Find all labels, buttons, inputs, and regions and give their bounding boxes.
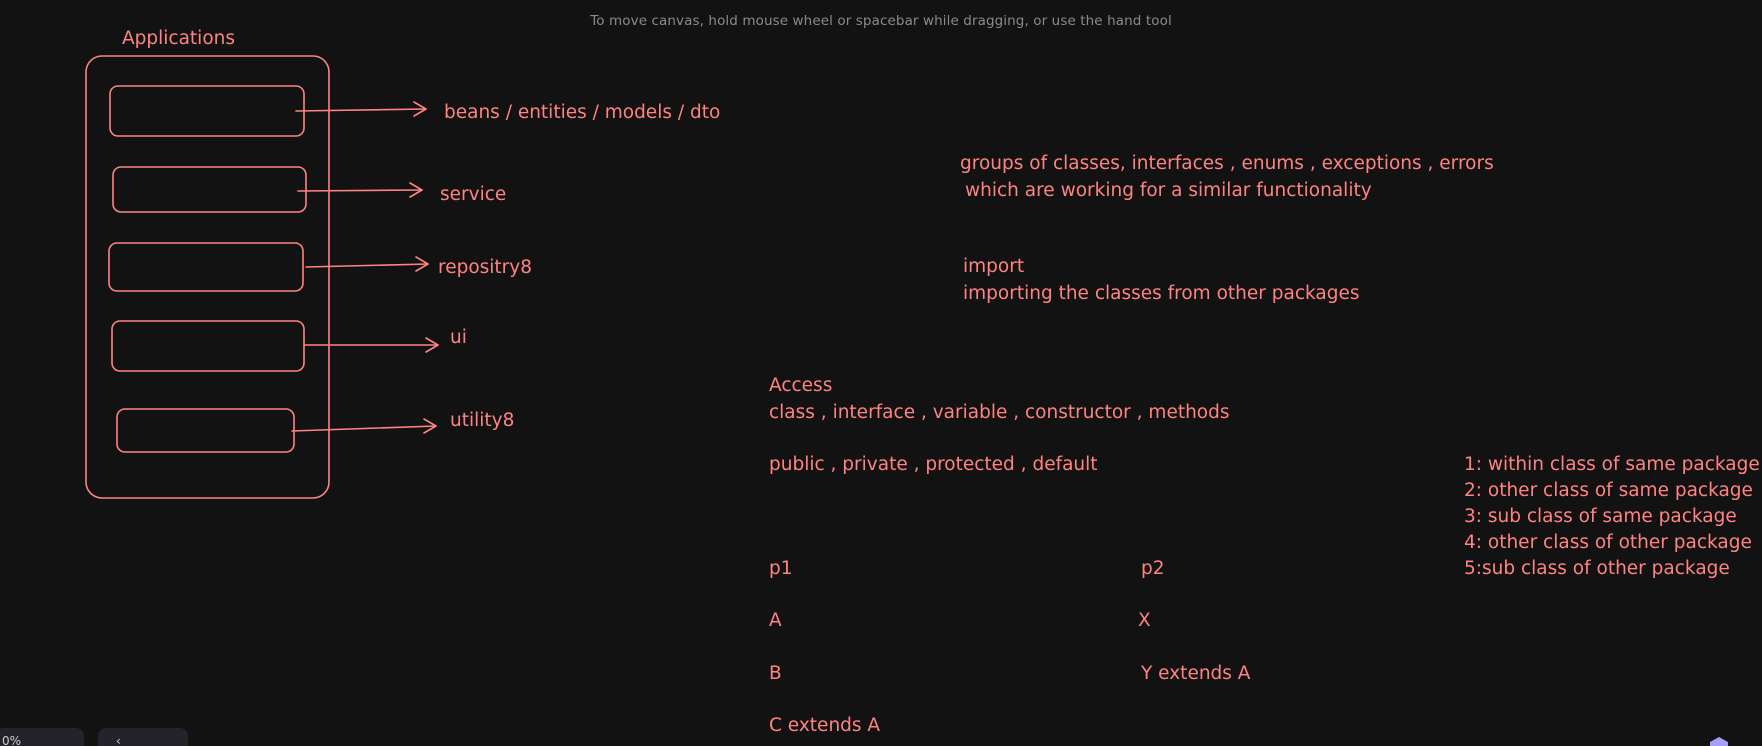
note-access-title[interactable]: Access	[769, 376, 832, 396]
layer-box-beans	[109, 85, 305, 137]
zoom-level: 0%	[2, 734, 22, 746]
layer-box-ui	[111, 320, 305, 372]
note-packages-line1[interactable]: groups of classes, interfaces , enums , …	[960, 154, 1494, 174]
layer-box-repositry	[108, 242, 304, 292]
whiteboard-canvas[interactable]: To move canvas, hold mouse wheel or spac…	[0, 0, 1762, 746]
note-import-desc[interactable]: importing the classes from other package…	[963, 284, 1359, 304]
note-class-a[interactable]: A	[769, 611, 782, 631]
undo-redo-control[interactable]: ‹	[98, 728, 188, 746]
layer-label-service[interactable]: service	[440, 185, 506, 205]
layer-box-service	[112, 166, 307, 213]
layer-label-utility[interactable]: utility8	[450, 411, 514, 431]
note-access-items[interactable]: class , interface , variable , construct…	[769, 403, 1230, 423]
note-modifiers[interactable]: public , private , protected , default	[769, 455, 1098, 475]
scope-item-1[interactable]: 1: within class of same package	[1464, 455, 1760, 475]
layer-label-repositry[interactable]: repositry8	[438, 258, 532, 278]
scope-item-4[interactable]: 4: other class of other package	[1464, 533, 1752, 553]
note-p2[interactable]: p2	[1141, 559, 1165, 579]
layers-diagram[interactable]	[0, 0, 1762, 746]
arrow-beans	[295, 101, 427, 117]
layer-label-ui[interactable]: ui	[450, 328, 467, 348]
note-import-title[interactable]: import	[963, 257, 1024, 277]
help-icon[interactable]	[1708, 736, 1730, 746]
note-c-extends[interactable]: C extends A	[769, 716, 880, 736]
scope-item-5[interactable]: 5:sub class of other package	[1464, 559, 1730, 579]
arrow-repositry	[305, 256, 429, 272]
note-class-b[interactable]: B	[769, 664, 782, 684]
layer-label-beans[interactable]: beans / entities / models / dto	[444, 103, 720, 123]
note-class-x[interactable]: X	[1138, 611, 1151, 631]
zoom-control[interactable]: 0%	[0, 728, 84, 746]
arrow-utility	[291, 418, 437, 434]
container-label[interactable]: Applications	[122, 29, 235, 49]
arrow-service	[297, 182, 423, 198]
note-y-extends[interactable]: Y extends A	[1141, 664, 1250, 684]
scope-item-2[interactable]: 2: other class of same package	[1464, 481, 1753, 501]
chevron-left-icon[interactable]: ‹	[116, 734, 121, 746]
note-packages-line2[interactable]: which are working for a similar function…	[965, 181, 1372, 201]
scope-item-3[interactable]: 3: sub class of same package	[1464, 507, 1737, 527]
layer-box-utility	[116, 408, 295, 453]
note-p1[interactable]: p1	[769, 559, 793, 579]
arrow-ui	[303, 337, 439, 353]
